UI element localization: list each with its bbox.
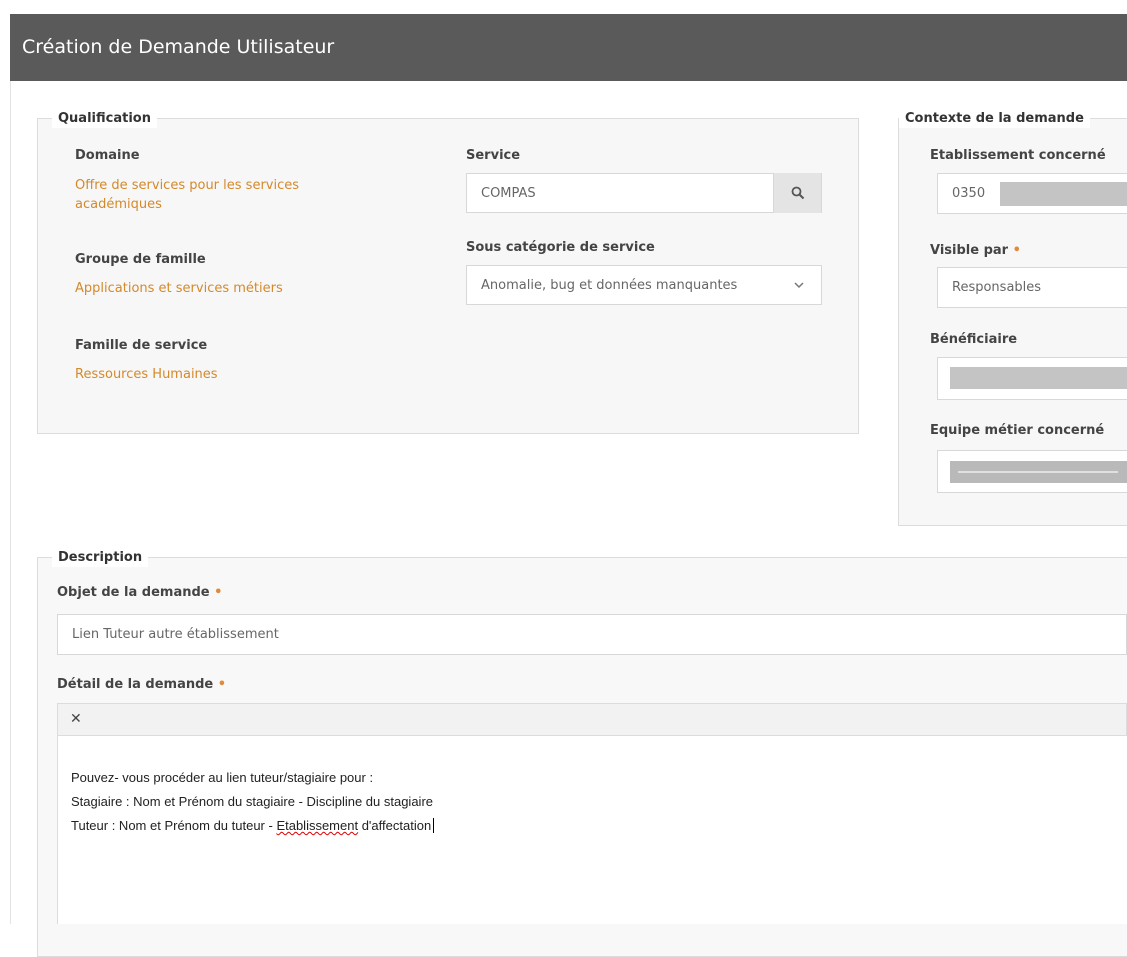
famille-value[interactable]: Ressources Humaines	[75, 365, 218, 384]
equipe-input[interactable]	[937, 450, 1127, 493]
etab-label: Etablissement concerné	[930, 148, 1106, 163]
required-marker: •	[1012, 243, 1021, 258]
visible-value: Responsables	[952, 280, 1042, 295]
detail-label: Détail de la demande •	[57, 677, 227, 692]
objet-label: Objet de la demande •	[57, 585, 223, 600]
objet-value: Lien Tuteur autre établissement	[72, 627, 279, 642]
misspelled-word: Etablissement	[276, 818, 359, 833]
souscat-label: Sous catégorie de service	[466, 240, 655, 255]
editor-line-3: Tuteur : Nom et Prénom du tuteur - Etabl…	[71, 818, 438, 833]
redacted-block	[950, 367, 1127, 389]
service-search-button[interactable]	[773, 173, 821, 213]
required-marker: •	[217, 677, 227, 692]
contexte-section: Contexte de la demande Etablissement con…	[898, 110, 1127, 526]
visible-select[interactable]: Responsables	[937, 267, 1127, 308]
service-label: Service	[466, 148, 521, 163]
text-cursor	[433, 818, 438, 833]
detail-editor[interactable]: Pouvez- vous procéder au lien tuteur/sta…	[57, 736, 1127, 924]
description-legend: Description	[52, 549, 149, 567]
required-marker: •	[214, 585, 223, 600]
groupe-label: Groupe de famille	[75, 252, 206, 267]
qualification-legend: Qualification	[52, 110, 157, 128]
objet-input[interactable]: Lien Tuteur autre établissement	[57, 614, 1127, 655]
service-value: COMPAS	[481, 186, 536, 201]
remove-format-icon[interactable]: ✕	[70, 711, 82, 727]
search-icon	[791, 186, 804, 199]
contexte-legend: Contexte de la demande	[899, 110, 1090, 128]
souscat-value: Anomalie, bug et données manquantes	[481, 278, 738, 293]
left-margin	[0, 14, 10, 924]
souscat-select[interactable]: Anomalie, bug et données manquantes	[466, 265, 822, 305]
qualification-section: Qualification Domaine Offre de services …	[37, 110, 859, 434]
redacted-line	[958, 471, 1118, 473]
top-margin	[0, 0, 1127, 14]
page-header: Création de Demande Utilisateur	[10, 14, 1127, 81]
equipe-label: Equipe métier concerné	[930, 423, 1105, 438]
editor-line-1: Pouvez- vous procéder au lien tuteur/sta…	[71, 770, 374, 785]
redacted-block	[1000, 182, 1127, 206]
editor-toolbar: ✕	[57, 703, 1127, 736]
etab-input[interactable]: 0350	[937, 173, 1127, 214]
editor-line-2: Stagiaire : Nom et Prénom du stagiaire -…	[71, 794, 434, 809]
domaine-value-line1[interactable]: Offre de services pour les services	[75, 176, 299, 195]
beneficiaire-input[interactable]	[937, 357, 1127, 400]
famille-label: Famille de service	[75, 338, 208, 353]
etab-value: 0350	[952, 186, 986, 201]
visible-label: Visible par •	[930, 243, 1021, 258]
beneficiaire-label: Bénéficiaire	[930, 332, 1018, 347]
domaine-label: Domaine	[75, 148, 140, 163]
page-title: Création de Demande Utilisateur	[22, 36, 335, 58]
groupe-value[interactable]: Applications et services métiers	[75, 279, 283, 298]
domaine-value-line2[interactable]: académiques	[75, 195, 162, 214]
service-input[interactable]: COMPAS	[466, 173, 822, 213]
chevron-down-icon	[794, 282, 804, 289]
